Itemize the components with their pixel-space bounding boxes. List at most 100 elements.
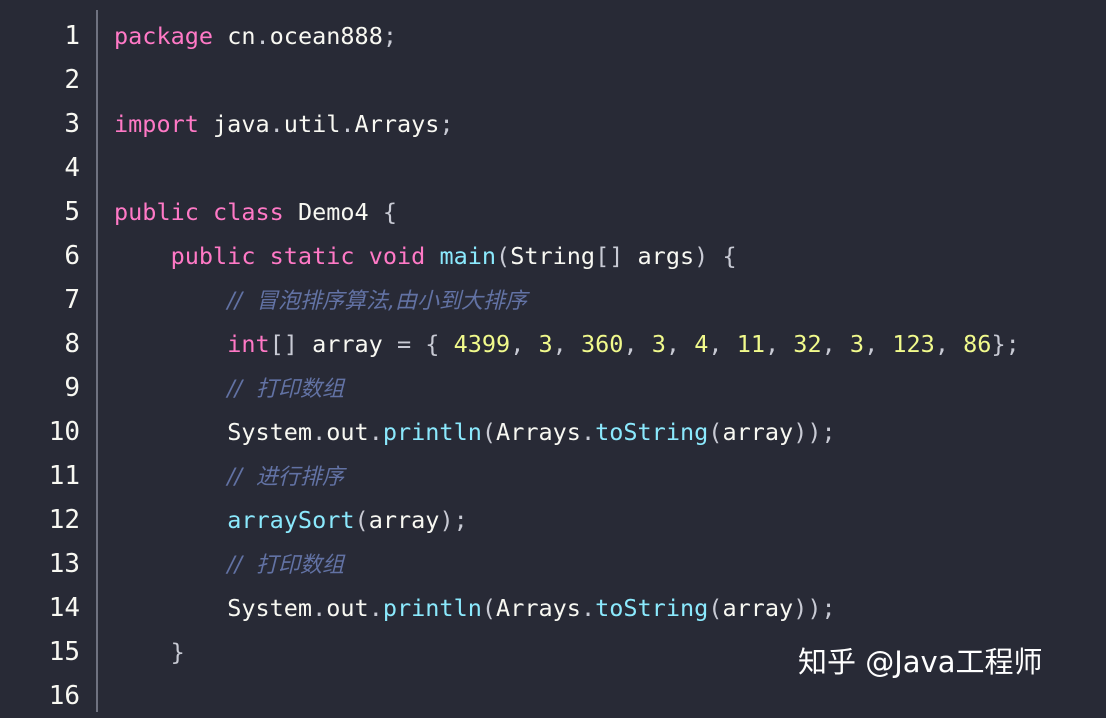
punctuation-token: (: [708, 594, 723, 622]
code-token: array: [722, 418, 794, 446]
code-token: util: [283, 110, 341, 138]
code-token: System: [227, 418, 313, 446]
code-line[interactable]: [114, 58, 1106, 102]
punctuation-token: (: [496, 242, 511, 270]
code-line[interactable]: public static void main(String[] args) {: [114, 234, 1106, 278]
function-token: main: [439, 242, 497, 270]
line-number: 6: [64, 241, 80, 271]
code-token: array: [368, 506, 440, 534]
punctuation-token: ,: [708, 330, 723, 358]
line-number-gutter: 1 2 3 4 5 6 7 8 9 10 11 12 13 14 15 16: [0, 14, 96, 718]
punctuation-token: ,: [864, 330, 879, 358]
code-token: Arrays: [496, 594, 581, 622]
line-number: 11: [48, 461, 80, 491]
punctuation-token: {: [382, 198, 397, 226]
code-editor[interactable]: 1 2 3 4 5 6 7 8 9 10 11 12 13 14 15 16 package cn.ocean…: [0, 0, 1106, 712]
watermark: 知乎 @Java工程师: [798, 645, 1043, 679]
punctuation-token: .: [340, 110, 355, 138]
function-token: println: [382, 594, 482, 622]
code-line[interactable]: System.out.println(Arrays.toString(array…: [114, 410, 1106, 454]
punctuation-token: ,: [665, 330, 681, 358]
function-token: println: [382, 418, 482, 446]
code-line[interactable]: package cn.ocean888;: [114, 14, 1106, 58]
code-token: array: [297, 330, 397, 358]
number-token: 3: [849, 330, 865, 358]
code-token: Arrays: [496, 418, 581, 446]
code-line[interactable]: [114, 146, 1106, 190]
line-number: 12: [48, 505, 80, 535]
punctuation-token: .: [580, 418, 596, 446]
line-number: 15: [48, 637, 80, 667]
code-line[interactable]: // 冒泡排序算法,由小到大排序: [114, 278, 1106, 322]
code-line[interactable]: // 打印数组: [114, 542, 1106, 586]
punctuation-token: }: [170, 638, 185, 666]
keyword-token: package: [114, 22, 214, 50]
punctuation-token: ,: [821, 330, 836, 358]
code-line[interactable]: System.out.println(Arrays.toString(array…: [114, 586, 1106, 630]
code-line[interactable]: import java.util.Arrays;: [114, 102, 1106, 146]
comment-token: // 进行排序: [227, 465, 344, 490]
line-number: 1: [64, 21, 80, 51]
keyword-token: class: [213, 198, 284, 226]
keyword-token: import: [114, 110, 199, 138]
number-token: 4399: [453, 330, 511, 358]
number-token: 86: [963, 330, 992, 358]
line-number: 5: [64, 197, 80, 227]
line-number: 14: [48, 593, 80, 623]
line-number: 7: [64, 285, 80, 315]
punctuation-token: ): [694, 242, 709, 270]
punctuation-token: ));: [793, 594, 836, 622]
function-token: arraySort: [227, 506, 355, 534]
number-token: 32: [793, 330, 822, 358]
punctuation-token: };: [991, 330, 1020, 358]
code-token: ocean888: [269, 22, 383, 50]
punctuation-token: ;: [382, 22, 397, 50]
code-line[interactable]: // 打印数组: [114, 366, 1106, 410]
punctuation-token: .: [312, 594, 327, 622]
punctuation-token: (: [481, 418, 497, 446]
keyword-token: static: [269, 242, 355, 270]
punctuation-token: []: [269, 330, 298, 358]
number-token: 123: [892, 330, 935, 358]
punctuation-token: .: [269, 110, 284, 138]
punctuation-token: .: [580, 594, 596, 622]
keyword-token: public: [170, 242, 256, 270]
line-number: 13: [48, 549, 80, 579]
line-number: 10: [48, 417, 80, 447]
keyword-token: public: [114, 198, 199, 226]
code-line[interactable]: int[] array = { 4399, 3, 360, 3, 4, 11, …: [114, 322, 1106, 366]
code-area[interactable]: package cn.ocean888; import java.util.Arr…: [114, 14, 1106, 718]
line-number: 3: [64, 109, 80, 139]
code-token: cn: [213, 22, 256, 50]
punctuation-token: ,: [623, 330, 638, 358]
line-number: 9: [64, 373, 80, 403]
number-token: 4: [694, 330, 709, 358]
punctuation-token: =: [396, 330, 412, 358]
punctuation-token: (: [708, 418, 723, 446]
line-number: 4: [64, 153, 80, 183]
punctuation-token: .: [255, 22, 270, 50]
punctuation-token: (: [481, 594, 497, 622]
code-line[interactable]: arraySort(array);: [114, 498, 1106, 542]
code-token: System: [227, 594, 313, 622]
code-line[interactable]: public class Demo4 {: [114, 190, 1106, 234]
punctuation-token: {: [722, 242, 737, 270]
gutter-divider: [96, 10, 98, 712]
code-line[interactable]: // 进行排序: [114, 454, 1106, 498]
code-token: out: [326, 418, 369, 446]
